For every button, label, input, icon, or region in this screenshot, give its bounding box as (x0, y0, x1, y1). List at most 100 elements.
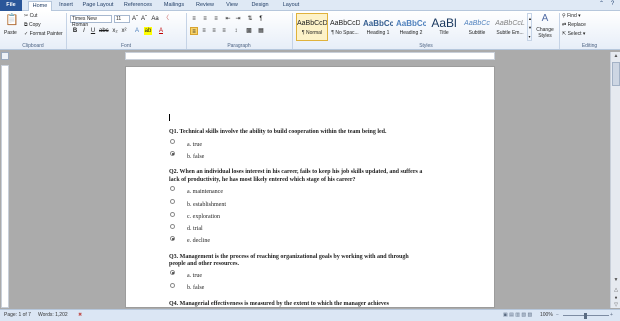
change-styles-button[interactable]: Change Styles (533, 27, 557, 39)
highlight-icon[interactable]: ab (144, 27, 152, 35)
align-left-icon[interactable]: ≡ (190, 27, 198, 35)
font-name-select[interactable]: Times New Roman (70, 15, 112, 28)
word-count[interactable]: Words: 1,202 (38, 310, 68, 321)
font-color-icon[interactable]: A (157, 27, 165, 35)
group-label-editing: Editing (581, 43, 598, 49)
sort-icon[interactable]: ⇅ (246, 15, 254, 23)
tab-review[interactable]: Review (192, 1, 218, 11)
line-spacing-icon[interactable]: ↕ (232, 27, 240, 35)
style-name: Heading 2 (399, 30, 423, 36)
scroll-thumb[interactable] (612, 62, 620, 86)
bold-icon[interactable]: B (71, 27, 79, 35)
style-title[interactable]: AaBl Title (428, 13, 460, 41)
select-button[interactable]: ⇱ Select ▾ (562, 31, 585, 37)
change-case-icon[interactable]: Aa (151, 15, 159, 23)
tab-design[interactable]: Design (246, 1, 274, 11)
cut-button[interactable]: ✂ Cut (24, 13, 37, 19)
minimize-ribbon-icon[interactable]: ⌃ (598, 1, 605, 8)
paste-icon[interactable]: 📋 (5, 13, 19, 27)
question-3-line-2: people and other resources. (169, 261, 239, 267)
next-page-icon[interactable]: ▽ (612, 301, 620, 309)
style-name: Subtle Em... (496, 30, 524, 36)
vertical-ruler[interactable] (1, 65, 9, 308)
numbering-icon[interactable]: ≡ (201, 15, 209, 23)
styles-scroll-icon[interactable]: ▲ ▼ ▾ (527, 13, 532, 41)
format-painter-label: Format Painter (29, 31, 63, 37)
proofing-icon[interactable]: ✖ (78, 310, 82, 321)
tab-insert[interactable]: Insert (55, 1, 77, 11)
tab-layout[interactable]: Layout (278, 1, 304, 11)
style-sample: AaBbCc (464, 20, 490, 27)
style-heading-1[interactable]: AaBbCc Heading 1 (362, 13, 394, 41)
find-button[interactable]: ⚲ Find ▾ (562, 13, 581, 19)
underline-icon[interactable]: U (89, 27, 97, 35)
style-no-spacing[interactable]: AaBbCcDc ¶ No Spac... (329, 13, 361, 41)
decrease-indent-icon[interactable]: ⇤ (224, 15, 232, 23)
clear-formatting-icon[interactable]: 〈 (162, 15, 170, 23)
select-label: Select (567, 31, 582, 37)
question-3-line-1: Q3. Management is the process of reachin… (169, 254, 409, 260)
bullets-icon[interactable]: ≡ (190, 15, 198, 23)
tab-view[interactable]: View (222, 1, 242, 11)
style-subtitle[interactable]: AaBbCc Subtitle (461, 13, 493, 41)
zoom-level[interactable]: 100% (540, 310, 553, 321)
show-hide-marks-icon[interactable]: ¶ (257, 15, 265, 23)
align-right-icon[interactable]: ≡ (210, 27, 218, 35)
help-icon[interactable]: ? (609, 1, 616, 8)
copy-button[interactable]: ⧉ Copy (24, 22, 41, 28)
radio-q1-b[interactable] (170, 151, 175, 156)
radio-q3-a[interactable] (170, 270, 175, 275)
previous-page-icon[interactable]: △ (612, 286, 620, 294)
multilevel-list-icon[interactable]: ≡ (212, 15, 220, 23)
scroll-up-icon[interactable]: ▲ (612, 52, 620, 60)
option-q2-a: a. maintenance (187, 189, 223, 195)
ruler-toggle[interactable] (1, 52, 9, 60)
style-sample: AaBbCc (363, 19, 393, 28)
superscript-icon[interactable]: x² (120, 27, 128, 35)
increase-indent-icon[interactable]: ⇥ (234, 15, 242, 23)
replace-label: Replace (567, 22, 586, 28)
change-styles-icon[interactable]: A (538, 13, 552, 25)
vertical-scrollbar[interactable]: ▲ ▼ △ ● ▽ (610, 52, 620, 308)
document-page[interactable]: Q1. Technical skills involve the ability… (125, 66, 495, 308)
style-sample: AaBl (431, 17, 457, 30)
scroll-down-icon[interactable]: ▼ (612, 276, 620, 284)
borders-icon[interactable]: ▦ (257, 27, 265, 35)
align-center-icon[interactable]: ≡ (200, 27, 208, 35)
subscript-icon[interactable]: x₂ (111, 27, 119, 35)
radio-q3-b[interactable] (170, 283, 175, 288)
zoom-out-icon[interactable]: − (556, 310, 559, 321)
horizontal-ruler[interactable] (125, 52, 495, 60)
page-count[interactable]: Page: 1 of 7 (4, 310, 31, 321)
zoom-slider-thumb[interactable] (584, 313, 587, 319)
radio-q2-d[interactable] (170, 224, 175, 229)
tab-mailings[interactable]: Mailings (160, 1, 188, 11)
tab-references[interactable]: References (120, 1, 156, 11)
shrink-font-icon[interactable]: Aˇ (140, 15, 148, 23)
radio-q2-c[interactable] (170, 212, 175, 217)
font-size-select[interactable]: 11 (114, 15, 130, 23)
replace-button[interactable]: ⇄ Replace (562, 22, 586, 28)
style-normal[interactable]: AaBbCcDc ¶ Normal (296, 13, 328, 41)
radio-q2-a[interactable] (170, 186, 175, 191)
italic-icon[interactable]: I (80, 27, 88, 35)
tab-file[interactable]: File (0, 0, 22, 11)
format-painter-button[interactable]: ✓ Format Painter (24, 31, 63, 37)
view-buttons-icon[interactable]: ▣ ▤ ▥ ▧ ▨ (503, 310, 532, 321)
brush-icon: ✓ (24, 31, 29, 37)
ribbon: 📋 Paste ✂ Cut ⧉ Copy ✓ Format Painter Cl… (0, 11, 620, 50)
text-effects-icon[interactable]: A (133, 27, 141, 35)
strikethrough-icon[interactable]: abc (99, 27, 109, 35)
style-heading-2[interactable]: AaBbCc Heading 2 (395, 13, 427, 41)
radio-q1-a[interactable] (170, 139, 175, 144)
zoom-in-icon[interactable]: + (610, 310, 613, 321)
grow-font-icon[interactable]: Aˆ (131, 15, 139, 23)
text-cursor (169, 114, 170, 121)
radio-q2-b[interactable] (170, 199, 175, 204)
tab-page-layout[interactable]: Page Layout (80, 1, 116, 11)
paste-button[interactable]: Paste (4, 30, 17, 36)
radio-q2-e[interactable] (170, 236, 175, 241)
shading-icon[interactable]: ▩ (245, 27, 253, 35)
style-subtle-emphasis[interactable]: AaBbCcL Subtle Em... (494, 13, 526, 41)
justify-icon[interactable]: ≡ (220, 27, 228, 35)
